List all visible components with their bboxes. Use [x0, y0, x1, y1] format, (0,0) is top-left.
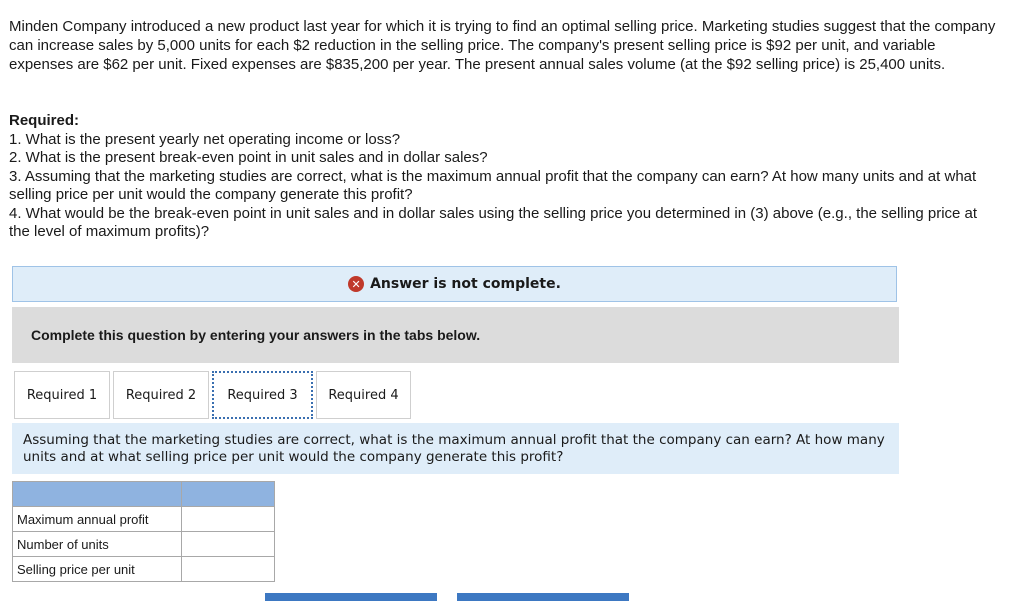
tab-bar: Required 1 Required 2 Required 3 Require… — [14, 371, 414, 419]
tab-required-2[interactable]: Required 2 — [113, 371, 209, 419]
required-heading: Required: — [9, 112, 80, 129]
price-cell[interactable] — [181, 556, 275, 582]
header-cell-value — [181, 481, 275, 507]
row-label-max-profit: Maximum annual profit — [12, 506, 182, 532]
requirement-4: 4. What would be the break-even point in… — [9, 204, 978, 241]
answer-status-text: Answer is not complete. — [370, 276, 561, 292]
instruction-box: Complete this question by entering your … — [12, 307, 899, 363]
max-profit-input[interactable] — [186, 510, 270, 528]
row-label-units: Number of units — [12, 531, 182, 557]
next-tab-button[interactable] — [457, 593, 629, 601]
answer-table-header — [12, 481, 275, 507]
requirement-2: 2. What is the present break-even point … — [9, 149, 488, 167]
units-cell[interactable] — [181, 531, 275, 557]
question-text: Assuming that the marketing studies are … — [12, 423, 899, 474]
problem-intro: Minden Company introduced a new product … — [9, 18, 996, 73]
row-label-price: Selling price per unit — [12, 556, 182, 582]
answer-status-banner: ✕ Answer is not complete. — [12, 266, 897, 302]
units-input[interactable] — [186, 535, 270, 553]
max-profit-cell[interactable] — [181, 506, 275, 532]
requirements-list: 1. What is the present yearly net operat… — [9, 131, 999, 241]
tab-required-3[interactable]: Required 3 — [212, 371, 313, 419]
instruction-text: Complete this question by entering your … — [31, 327, 481, 343]
requirement-1: 1. What is the present yearly net operat… — [9, 131, 401, 148]
answer-table: Maximum annual profit Number of units Se… — [12, 481, 275, 582]
table-row: Selling price per unit — [12, 556, 275, 582]
prev-tab-button[interactable] — [265, 593, 437, 601]
header-cell-label — [12, 481, 182, 507]
table-row: Maximum annual profit — [12, 506, 275, 532]
tab-required-1[interactable]: Required 1 — [14, 371, 110, 419]
table-row: Number of units — [12, 531, 275, 557]
requirement-3: 3. Assuming that the marketing studies a… — [9, 167, 977, 204]
tab-required-4[interactable]: Required 4 — [316, 371, 411, 419]
x-circle-icon: ✕ — [348, 276, 365, 292]
price-input[interactable] — [186, 560, 270, 578]
